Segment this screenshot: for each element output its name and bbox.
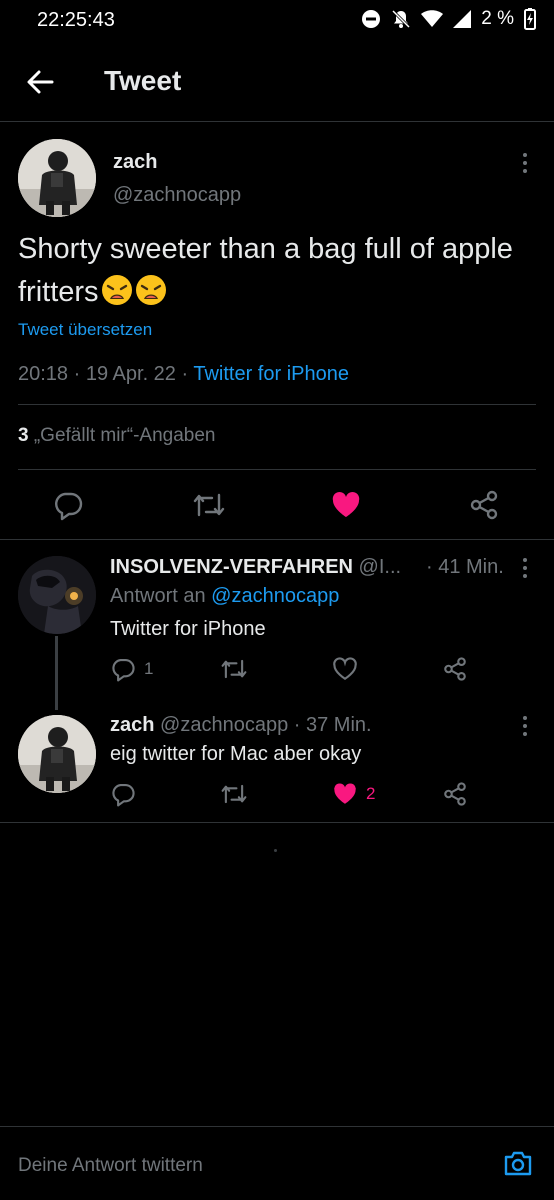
battery-label: 2 % [481,8,514,29]
retweet-button[interactable] [220,781,248,807]
weary-face-emoji-icon [135,274,167,306]
tweet-body: Shorty sweeter than a bag full of apple … [18,233,513,308]
wifi-icon [421,10,444,28]
tweet-date: 19 Apr. 22 [85,363,176,385]
share-icon [442,781,468,807]
loading-indicator [274,849,277,852]
retweet-icon [220,781,248,807]
battery-charging-icon [524,8,536,30]
reply-button[interactable] [110,781,136,807]
status-time: 22:25:43 [37,9,115,31]
more-options-icon[interactable] [522,153,528,175]
retweet-icon [220,656,248,682]
reply-button[interactable]: 1 [110,656,153,682]
divider [18,469,536,470]
reply-count: 1 [144,659,154,678]
likes-summary[interactable]: 3 „Gefällt mir“-Angaben [18,425,215,447]
like-button[interactable] [332,656,358,682]
share-icon[interactable] [468,489,500,521]
avatar[interactable] [18,139,96,217]
weary-face-emoji-icon [101,274,133,306]
reply-author-name: zach [110,714,155,736]
avatar[interactable] [18,715,96,793]
reply-to-line: Antwort an @zachnocapp [110,585,339,608]
reply-time: · 41 Min. [426,556,504,578]
reply-header[interactable]: INSOLVENZ-VERFAHREN @I... [110,556,401,579]
likes-count: 3 [18,425,29,446]
reply-to-link[interactable]: @zachnocapp [211,585,339,607]
more-options-icon[interactable] [522,558,528,580]
tweet-time: 20:18 [18,363,69,385]
author-handle[interactable]: @zachnocapp [113,184,241,207]
reply-text: Twitter for iPhone [110,618,266,640]
tweet-text: Shorty sweeter than a bag full of apple … [18,228,538,314]
top-app-bar: Tweet [0,44,554,122]
retweet-icon[interactable] [192,489,225,521]
like-button[interactable]: 2 [332,781,375,807]
translate-link[interactable]: Tweet übersetzen [18,320,152,340]
tweet-source-link[interactable]: Twitter for iPhone [193,363,349,385]
reply-text: eig twitter for Mac aber okay [110,743,362,765]
reply-input[interactable]: Deine Antwort twittern [18,1155,203,1177]
signal-icon [453,10,472,28]
reply-to-prefix: Antwort an [110,585,206,607]
share-button[interactable] [442,656,468,682]
tweet-meta: 20:18 · 19 Apr. 22 · Twitter for iPhone [18,363,349,385]
like-heart-icon[interactable] [330,489,362,521]
status-icons: 2 % [361,8,536,30]
like-heart-icon [332,781,358,807]
divider [18,404,536,405]
reply-icon [110,656,136,682]
thread-connector [55,636,58,710]
muted-bell-icon [391,9,411,29]
reply-header[interactable]: zach @zachnocapp · 37 Min. [110,714,372,737]
status-bar: 22:25:43 2 % [0,0,554,44]
likes-label: „Gefällt mir“-Angaben [33,425,216,446]
more-options-icon[interactable] [522,716,528,738]
author-name[interactable]: zach [113,151,157,174]
avatar[interactable] [18,556,96,634]
back-arrow-icon[interactable] [24,66,56,98]
like-count: 2 [366,784,376,803]
camera-icon[interactable] [502,1147,534,1179]
reply-author-handle: @I... [358,556,402,578]
tweet-action-bar [0,486,554,526]
share-button[interactable] [442,781,468,807]
divider [0,822,554,823]
reply-icon[interactable] [52,489,84,521]
reply-compose-bar[interactable]: Deine Antwort twittern [0,1126,554,1200]
divider [0,539,554,540]
reply-icon [110,781,136,807]
reply-author-name: INSOLVENZ-VERFAHREN [110,556,353,578]
reply-time: · 37 Min. [293,714,372,736]
page-title: Tweet [104,65,182,96]
reply-author-handle: @zachnocapp [160,714,289,736]
share-icon [442,656,468,682]
do-not-disturb-icon [361,9,381,29]
heart-outline-icon [332,656,358,682]
retweet-button[interactable] [220,656,248,682]
